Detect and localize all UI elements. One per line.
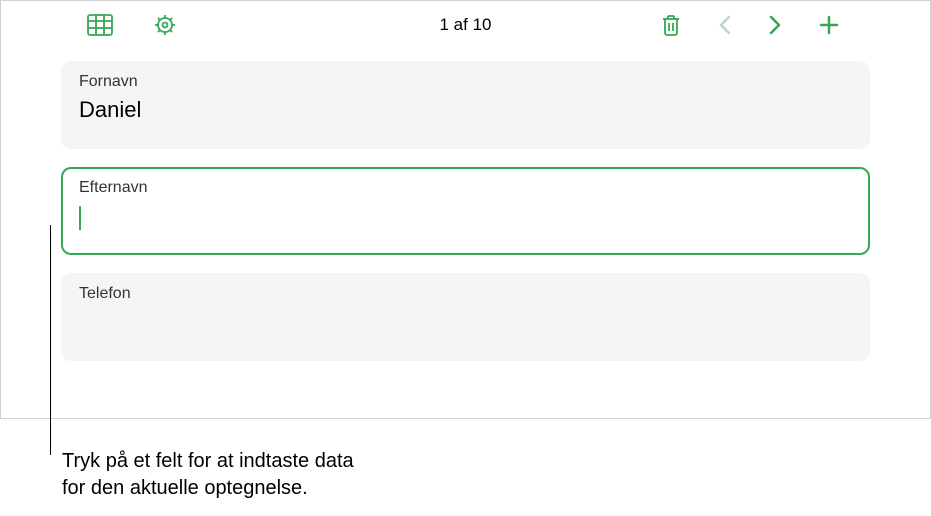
toolbar-right-group	[660, 13, 840, 37]
fornavn-value: Daniel	[79, 97, 852, 125]
telefon-field[interactable]: Telefon	[61, 273, 870, 361]
text-cursor	[79, 206, 81, 230]
fornavn-field[interactable]: Fornavn Daniel	[61, 61, 870, 149]
efternavn-value	[79, 203, 852, 231]
callout-text: Tryk på et felt for at indtaste data for…	[62, 448, 354, 502]
gear-icon[interactable]	[153, 13, 177, 37]
table-icon[interactable]	[87, 13, 113, 37]
prev-record-icon[interactable]	[718, 14, 732, 36]
efternavn-field[interactable]: Efternavn	[61, 167, 870, 255]
trash-icon[interactable]	[660, 13, 682, 37]
callout-line1: Tryk på et felt for at indtaste data	[62, 450, 354, 472]
add-record-icon[interactable]	[818, 14, 840, 36]
next-record-icon[interactable]	[768, 14, 782, 36]
callout-leader-line	[50, 225, 51, 455]
toolbar: 1 af 10	[1, 1, 930, 49]
telefon-value	[79, 309, 852, 337]
form-view: 1 af 10	[0, 0, 931, 419]
telefon-label: Telefon	[79, 285, 852, 303]
pagination-label: 1 af 10	[440, 15, 492, 35]
fornavn-label: Fornavn	[79, 73, 852, 91]
form-content: Fornavn Daniel Efternavn Telefon	[1, 49, 930, 361]
efternavn-label: Efternavn	[79, 179, 852, 197]
callout-line2: for den aktuelle optegnelse.	[62, 477, 308, 499]
toolbar-left-group	[87, 13, 177, 37]
